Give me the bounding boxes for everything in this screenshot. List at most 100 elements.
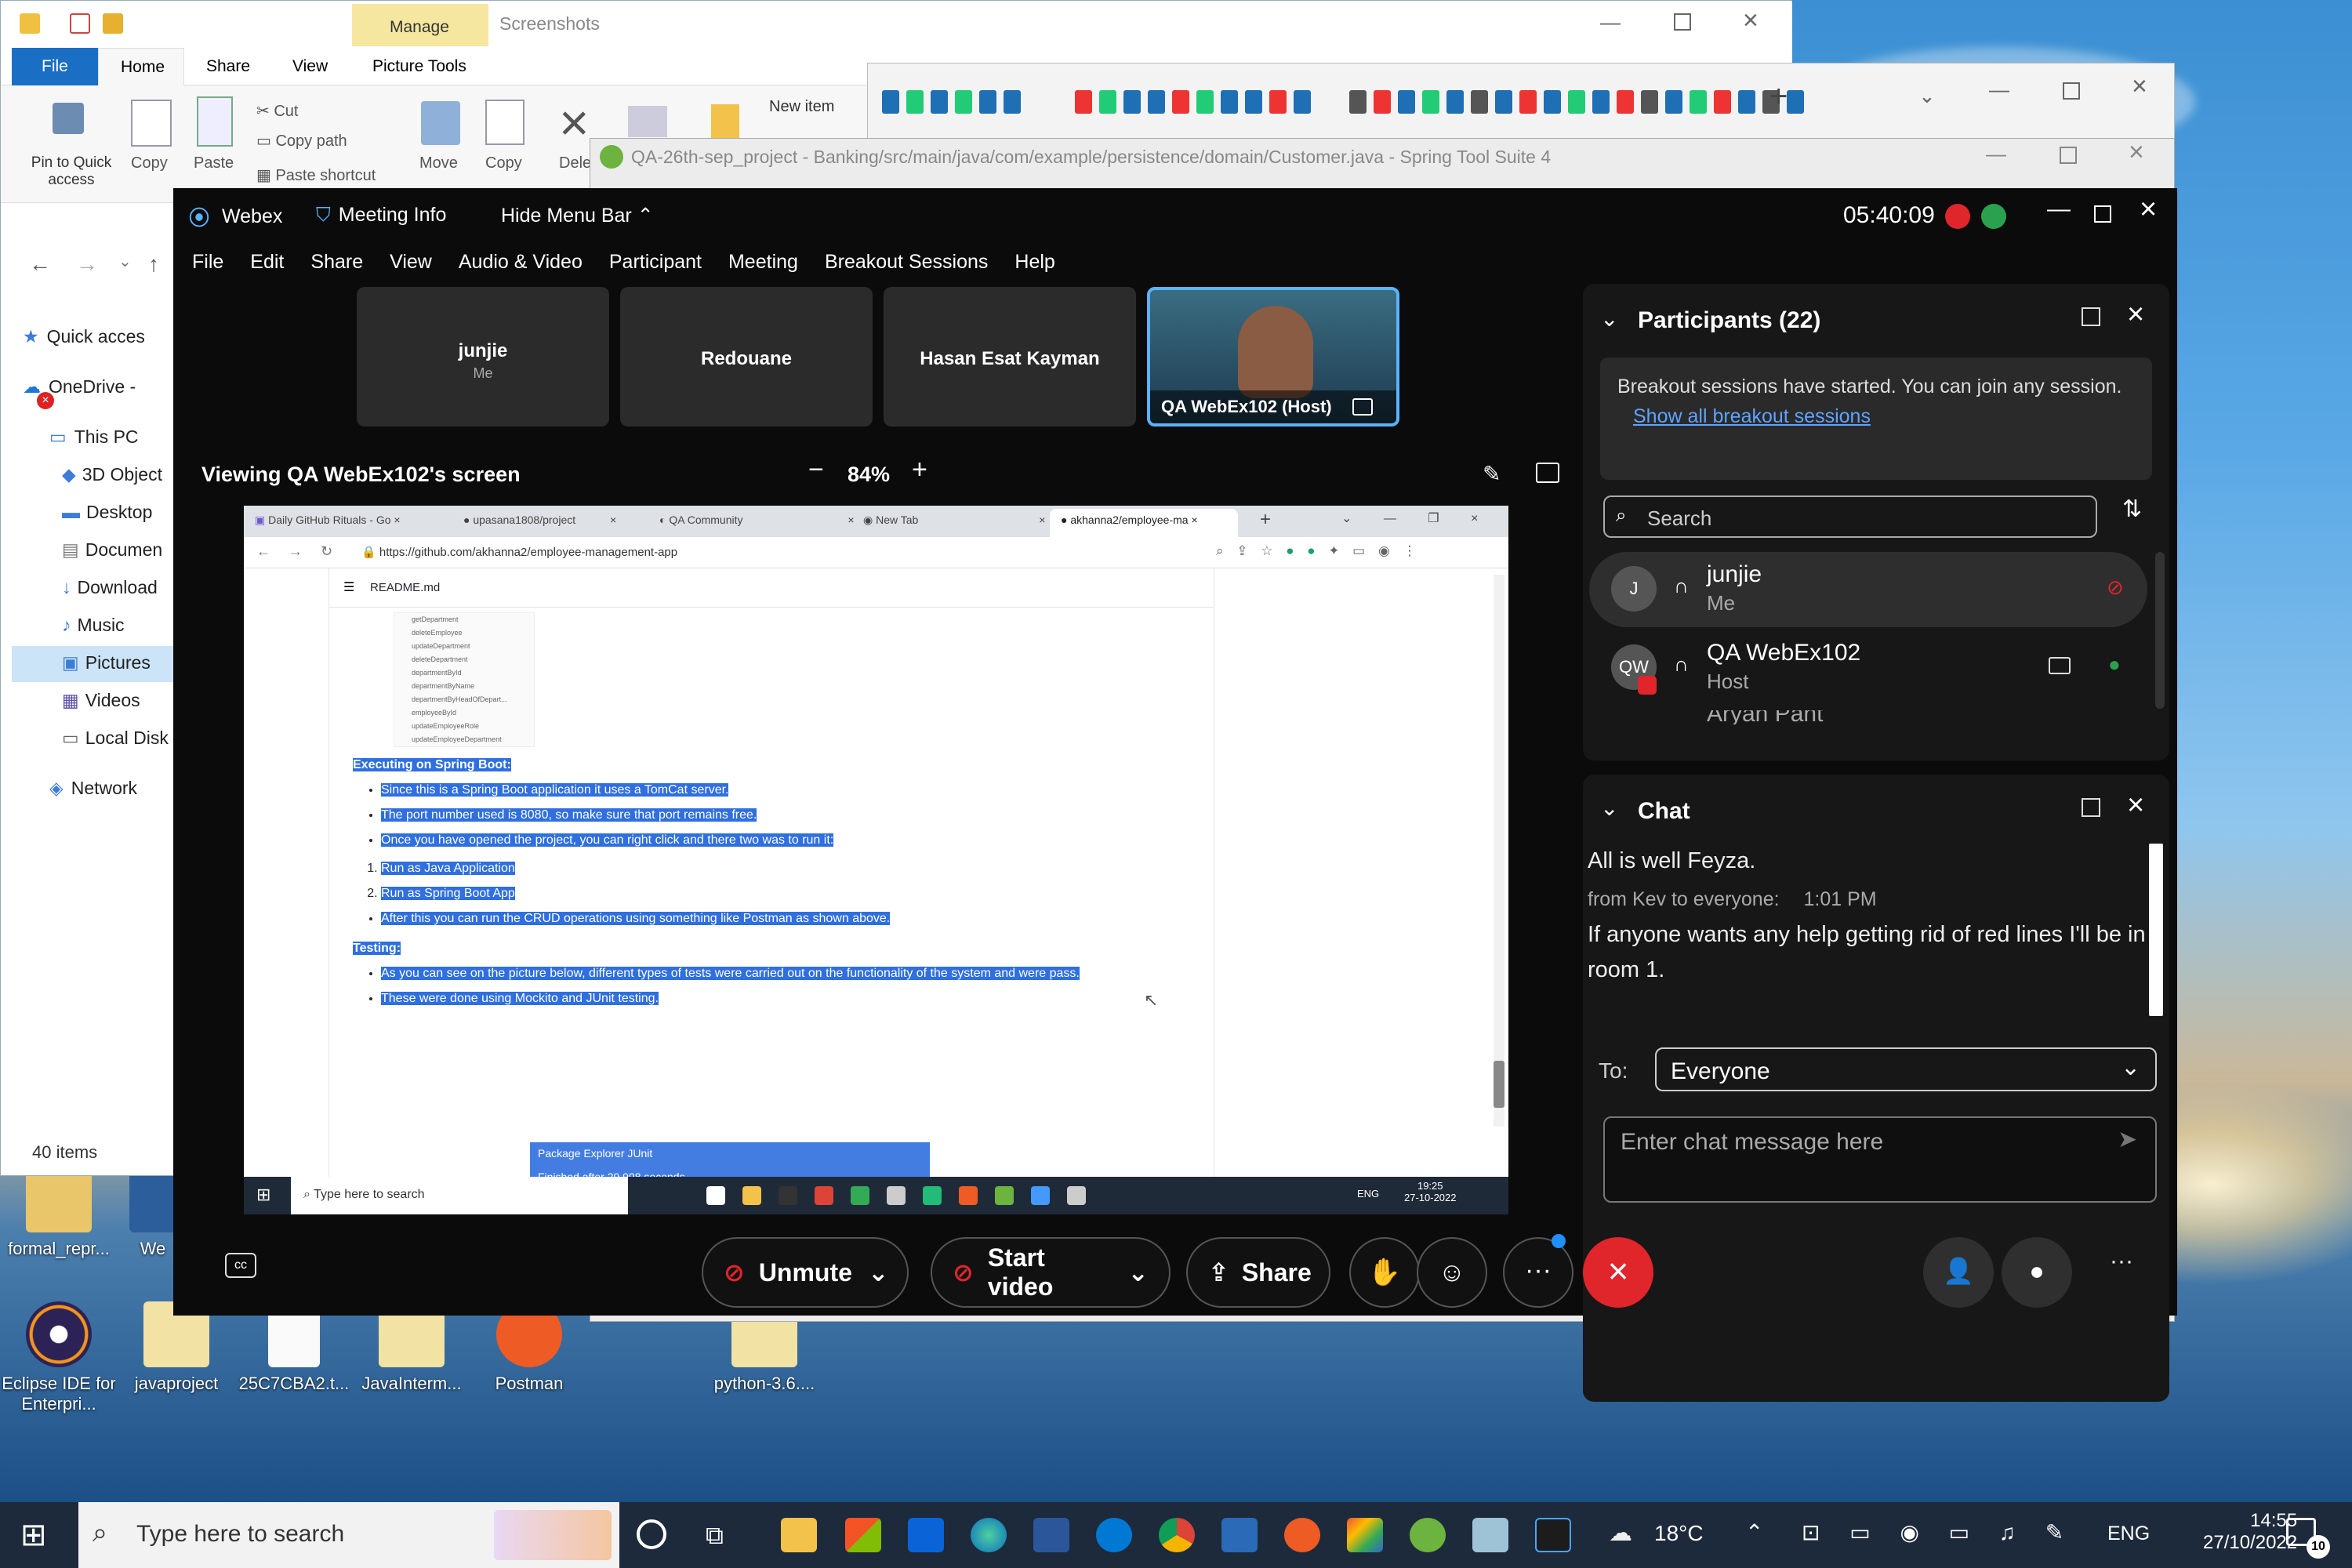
task-view-icon[interactable]: ⧉ (706, 1521, 724, 1551)
windows-start-button[interactable]: ⊞ (20, 1519, 47, 1551)
closed-captions-icon[interactable]: cc (225, 1253, 256, 1278)
browser-tab-favicon-icon[interactable] (1269, 90, 1287, 114)
maximize-button[interactable] (1674, 13, 1691, 31)
browser-tab-favicon-icon[interactable] (1544, 90, 1561, 114)
video-tile-redouane[interactable]: Redouane (620, 287, 873, 426)
nav-local-disk[interactable]: ▭ Local Disk (62, 728, 169, 749)
chat-message-input[interactable]: Enter chat message here ➤ (1603, 1116, 2157, 1203)
minimize-button[interactable]: — (1989, 78, 2009, 102)
hide-menu-bar-button[interactable]: Hide Menu Bar ⌃ (501, 204, 654, 227)
browser-tab-favicon-icon[interactable] (1398, 90, 1415, 114)
chat-toggle-button[interactable]: ● (2002, 1237, 2072, 1308)
menu-edit[interactable]: Edit (250, 251, 284, 274)
cortana-icon[interactable] (637, 1519, 666, 1549)
browser-tab-favicon-icon[interactable] (1471, 90, 1488, 114)
annotate-icon[interactable]: ✎ (1483, 461, 1501, 487)
leave-meeting-button[interactable]: × (1583, 1237, 1653, 1308)
browser-tab-favicon-icon[interactable] (1446, 90, 1464, 114)
edge-taskbar-icon[interactable] (971, 1518, 1007, 1552)
mail-taskbar-icon[interactable] (908, 1518, 944, 1552)
more-panels-icon[interactable]: ··· (2110, 1248, 2133, 1275)
browser-tab-favicon-icon[interactable] (1617, 90, 1634, 114)
menu-help[interactable]: Help (1014, 251, 1054, 274)
back-arrow-icon[interactable]: ← (29, 252, 51, 277)
file-explorer-taskbar-icon[interactable] (781, 1518, 817, 1552)
popout-icon[interactable] (2082, 798, 2100, 817)
language-indicator[interactable]: ENG (2107, 1523, 2150, 1545)
tab-file[interactable]: File (12, 48, 98, 85)
cut-button[interactable]: ✂ Cut (256, 101, 298, 121)
browser-tab-favicon-icon[interactable] (1422, 90, 1439, 114)
nav-music[interactable]: ♪ Music (62, 615, 125, 636)
paste-shortcut-button[interactable]: ▦ Paste shortcut (256, 165, 376, 185)
browser-tab-favicon-icon[interactable] (1374, 90, 1391, 114)
close-button[interactable]: × (2140, 193, 2157, 227)
browser-tab-favicon-icon[interactable] (1004, 90, 1021, 114)
app-taskbar-icon[interactable] (1472, 1518, 1508, 1552)
browser-tab-favicon-icon[interactable] (1592, 90, 1610, 114)
taskbar-search-box[interactable]: ⌕ Type here to search (78, 1502, 619, 1568)
menu-share[interactable]: Share (310, 251, 363, 274)
close-button[interactable]: × (2129, 137, 2144, 168)
menu-meeting[interactable]: Meeting (728, 251, 798, 274)
start-video-button[interactable]: ⊘ Start video ⌄ (931, 1237, 1171, 1308)
browser-tab-favicon-icon[interactable] (1690, 90, 1707, 114)
collapse-chevron-icon[interactable]: ⌄ (1600, 795, 1618, 821)
nav-pictures[interactable]: ▣ Pictures (62, 652, 151, 673)
browser-tab-favicon-icon[interactable] (931, 90, 948, 114)
nav-this-pc[interactable]: ▭ This PC (49, 426, 139, 448)
nav-desktop[interactable]: ▬ Desktop (62, 502, 152, 523)
menu-view[interactable]: View (390, 251, 432, 274)
copy-button[interactable]: Copy (131, 154, 168, 172)
new-tab-button[interactable]: + (1769, 79, 1788, 114)
menu-breakout-sessions[interactable]: Breakout Sessions (825, 251, 988, 274)
tab-picture-tools[interactable]: Picture Tools (372, 57, 466, 76)
browser-tab-favicon-icon[interactable] (1738, 90, 1755, 114)
browser-tab-favicon-icon[interactable] (955, 90, 972, 114)
view-options-icon[interactable] (1536, 463, 1559, 483)
browser-tab-favicon-icon[interactable] (1787, 90, 1804, 114)
paste-button[interactable]: Paste (194, 154, 234, 172)
participant-row-junjie[interactable]: J ∩ junjie Me ⊘ (1589, 552, 2147, 627)
browser-tab-favicon-icon[interactable] (979, 90, 996, 114)
new-item-button[interactable]: New item (769, 98, 834, 116)
browser-tab-favicon-icon[interactable] (1665, 90, 1682, 114)
popout-icon[interactable] (2082, 307, 2100, 326)
desktop-icon-formal-repr[interactable]: formal_repr... (0, 1167, 118, 1259)
menu-participant[interactable]: Participant (609, 251, 702, 274)
browser-tab-favicon-icon[interactable] (1294, 90, 1311, 114)
video-tile-host[interactable]: QA WebEx102 (Host) (1147, 287, 1399, 426)
browser-tab-favicon-icon[interactable] (1245, 90, 1262, 114)
maximize-button[interactable] (2094, 205, 2111, 223)
pin-to-quick-access-button[interactable]: Pin to Quick access (16, 154, 126, 189)
video-tile-hasan[interactable]: Hasan Esat Kayman (884, 287, 1136, 426)
close-button[interactable]: × (1743, 5, 1759, 36)
minimize-button[interactable]: — (1986, 142, 2006, 166)
browser-tab-favicon-icon[interactable] (1349, 90, 1367, 114)
participant-search-input[interactable]: ⌕ Search (1603, 495, 2097, 538)
copy-path-button[interactable]: ▭ Copy path (256, 131, 347, 151)
tab-share[interactable]: Share (206, 57, 250, 76)
maximize-button[interactable] (2060, 147, 2077, 164)
taskbar-clock[interactable]: 14:55 27/10/2022 (2203, 1510, 2297, 1554)
tab-home[interactable]: Home (98, 48, 184, 85)
chrome-taskbar-icon[interactable] (1159, 1518, 1195, 1552)
weather-temperature[interactable]: 18°C (1654, 1521, 1704, 1546)
zoom-out-button[interactable]: − (808, 455, 824, 485)
close-button[interactable]: × (2132, 71, 2147, 102)
participants-toggle-button[interactable]: 👤 (1923, 1237, 1994, 1308)
send-icon[interactable]: ➤ (2118, 1126, 2137, 1153)
postman-taskbar-icon[interactable] (1284, 1518, 1320, 1552)
browser-tab-favicon-icon[interactable] (1123, 90, 1141, 114)
nav-videos[interactable]: ▦ Videos (62, 690, 140, 711)
browser-tab-favicon-icon[interactable] (1221, 90, 1238, 114)
app-taskbar-icon[interactable] (1347, 1518, 1383, 1552)
sts-taskbar-icon[interactable] (1221, 1518, 1258, 1552)
chat-scrollbar[interactable] (2149, 844, 2163, 1016)
show-all-breakout-sessions-link[interactable]: Show all breakout sessions (1633, 405, 1871, 427)
browser-tab-favicon-icon[interactable] (1075, 90, 1092, 114)
zoom-in-button[interactable]: + (912, 455, 927, 485)
recipient-select[interactable]: Everyone ⌄ (1655, 1047, 2157, 1091)
nav-onedrive[interactable]: ☁ OneDrive - (23, 376, 136, 397)
move-to-button[interactable]: Move (419, 154, 458, 172)
